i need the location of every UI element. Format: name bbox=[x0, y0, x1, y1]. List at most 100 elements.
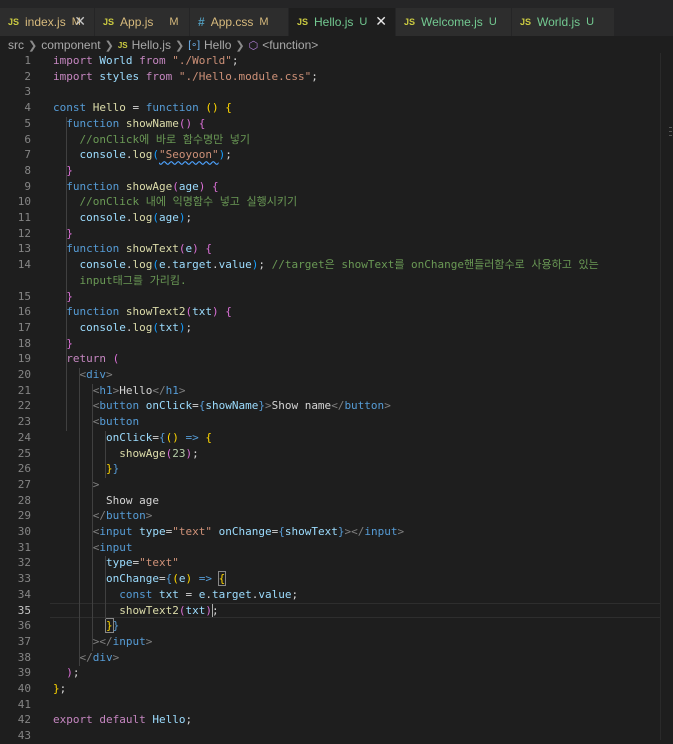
code-line[interactable]: 33 onChange={(e) => { bbox=[0, 571, 673, 587]
code-line[interactable]: 22 <button onClick={showName}>Show name<… bbox=[0, 398, 673, 414]
code-token: ; bbox=[59, 682, 67, 695]
code-line[interactable]: 7 console.log("Seoyoon"); bbox=[0, 147, 673, 163]
code-line[interactable]: 34 const txt = e.target.value; bbox=[0, 587, 673, 603]
code-line[interactable]: 12 } bbox=[0, 226, 673, 242]
breadcrumb-item-src[interactable]: src bbox=[8, 38, 24, 52]
code-line[interactable]: 37 ></input> bbox=[0, 634, 673, 650]
code-line[interactable]: 16 function showText2(txt) { bbox=[0, 304, 673, 320]
code-token: button bbox=[106, 509, 146, 523]
indent-guide bbox=[92, 383, 93, 651]
code-token: button bbox=[99, 399, 146, 413]
code-line[interactable]: 41 bbox=[0, 697, 673, 713]
code-line[interactable]: 3 bbox=[0, 84, 673, 100]
code-token: function bbox=[66, 242, 126, 256]
code-text: console.log(txt); bbox=[53, 320, 193, 336]
code-line[interactable]: 24 onClick={() => { bbox=[0, 430, 673, 446]
code-text: const txt = e.target.value; bbox=[53, 587, 298, 603]
code-line[interactable]: 40}; bbox=[0, 681, 673, 697]
code-token: import bbox=[53, 54, 100, 67]
tab-world-js[interactable]: JS World.js U bbox=[512, 8, 615, 36]
code-line[interactable]: 25 showAge(23); bbox=[0, 446, 673, 462]
code-token: console bbox=[79, 320, 126, 334]
css-file-icon: # bbox=[198, 15, 205, 29]
code-line[interactable]: 9 function showAge(age) { bbox=[0, 179, 673, 195]
code-token: export default bbox=[53, 713, 153, 727]
code-line[interactable]: 4 const Hello = function () { bbox=[0, 100, 673, 116]
line-number: 35 bbox=[17, 603, 31, 617]
code-line[interactable]: 19 return ( bbox=[0, 351, 673, 367]
code-token: } bbox=[66, 163, 73, 177]
code-line[interactable]: 2 import styles from "./Hello.module.css"… bbox=[0, 69, 673, 85]
vertical-scrollbar[interactable] bbox=[660, 53, 673, 740]
code-line[interactable]: 6 //onClick에 바로 함수명만 넣기 bbox=[0, 132, 673, 148]
code-line[interactable]: 27 > bbox=[0, 477, 673, 493]
code-line[interactable]: 15 } bbox=[0, 289, 673, 305]
code-line[interactable]: 8 } bbox=[0, 163, 673, 179]
code-line[interactable]: 23 <button bbox=[0, 414, 673, 430]
code-token: function bbox=[66, 305, 126, 319]
code-line[interactable]: 29 </button> bbox=[0, 508, 673, 524]
code-line[interactable]: input태그를 가리킴. bbox=[0, 273, 673, 289]
close-icon[interactable]: ✕ bbox=[74, 14, 86, 28]
code-text: </button> bbox=[53, 508, 153, 524]
breadcrumb-item-component[interactable]: component bbox=[41, 38, 100, 52]
close-icon[interactable]: ✕ bbox=[375, 14, 387, 28]
line-number: 23 bbox=[17, 415, 31, 429]
code-line[interactable]: 20 <div> bbox=[0, 367, 673, 383]
title-strip bbox=[0, 0, 673, 8]
code-token: ( bbox=[152, 211, 159, 224]
code-token: => bbox=[185, 430, 206, 444]
code-text: import styles from "./Hello.module.css"; bbox=[53, 69, 318, 85]
chevron-right-icon: ❯ bbox=[104, 39, 114, 52]
code-line[interactable]: 30 <input type="text" onChange={showText… bbox=[0, 524, 673, 540]
code-editor[interactable]: 1 import World from "./World"; 2 import sty… bbox=[0, 53, 673, 743]
code-text: console.log(e.target.value); //target은 s… bbox=[53, 257, 599, 273]
code-line[interactable]: 42 export default Hello; bbox=[0, 712, 673, 728]
code-line[interactable]: 13 function showText(e) { bbox=[0, 241, 673, 257]
code-line[interactable]: 32 type="text" bbox=[0, 555, 673, 571]
code-line[interactable]: 31 <input bbox=[0, 540, 673, 556]
code-token: onClick bbox=[145, 399, 193, 413]
code-token: () bbox=[178, 116, 193, 130]
code-line[interactable]: 38 </div> bbox=[0, 650, 673, 666]
code-token: target bbox=[172, 258, 212, 272]
code-line[interactable]: 1 import World from "./World"; bbox=[0, 53, 673, 69]
code-line[interactable]: 35 showText2(txt); bbox=[0, 602, 673, 619]
code-token: = bbox=[158, 572, 166, 586]
code-token: </ bbox=[92, 509, 106, 523]
code-line[interactable]: 11 console.log(age); bbox=[0, 210, 673, 226]
code-line[interactable]: 26 }} bbox=[0, 461, 673, 477]
code-token: Hello bbox=[92, 101, 133, 115]
code-token: input bbox=[99, 525, 140, 538]
code-token: 23 bbox=[172, 446, 186, 460]
line-number: 41 bbox=[17, 697, 31, 711]
code-token: return bbox=[66, 352, 113, 366]
code-line[interactable]: 10 //onClick 내에 익명함수 넣고 실행시키기 bbox=[0, 194, 673, 210]
tab-app-css[interactable]: # App.css M bbox=[190, 8, 289, 36]
tab-hello-js[interactable]: JS Hello.js U ✕ bbox=[289, 8, 396, 36]
breadcrumb-item-function[interactable]: <function> bbox=[262, 38, 318, 52]
tab-app-js[interactable]: JS App.js M bbox=[95, 8, 190, 36]
tab-welcome-js[interactable]: JS Welcome.js U bbox=[396, 8, 512, 36]
code-line[interactable]: 36 }} bbox=[0, 618, 673, 634]
tab-index-js[interactable]: JS index.js M ✕ bbox=[0, 8, 95, 36]
breadcrumb-item-file[interactable]: Hello.js bbox=[132, 38, 171, 52]
code-line[interactable]: 39 ); bbox=[0, 665, 673, 681]
code-token: ; bbox=[291, 587, 299, 601]
code-token: txt bbox=[185, 603, 206, 617]
code-token: age bbox=[158, 211, 179, 224]
code-text: function showName() { bbox=[53, 116, 205, 132]
code-line[interactable]: 43 bbox=[0, 728, 673, 744]
code-line[interactable]: 21 <h1>Hello</h1> bbox=[0, 383, 673, 399]
code-token: log bbox=[132, 258, 153, 272]
code-line[interactable]: 17 console.log(txt); bbox=[0, 320, 673, 336]
code-line[interactable]: 14 console.log(e.target.value); //target… bbox=[0, 257, 673, 273]
breadcrumb-item-variable[interactable]: Hello bbox=[204, 38, 231, 52]
code-line[interactable]: 5 function showName() { bbox=[0, 116, 673, 132]
code-line[interactable]: 18 } bbox=[0, 336, 673, 352]
code-line[interactable]: 28 Show age bbox=[0, 493, 673, 509]
